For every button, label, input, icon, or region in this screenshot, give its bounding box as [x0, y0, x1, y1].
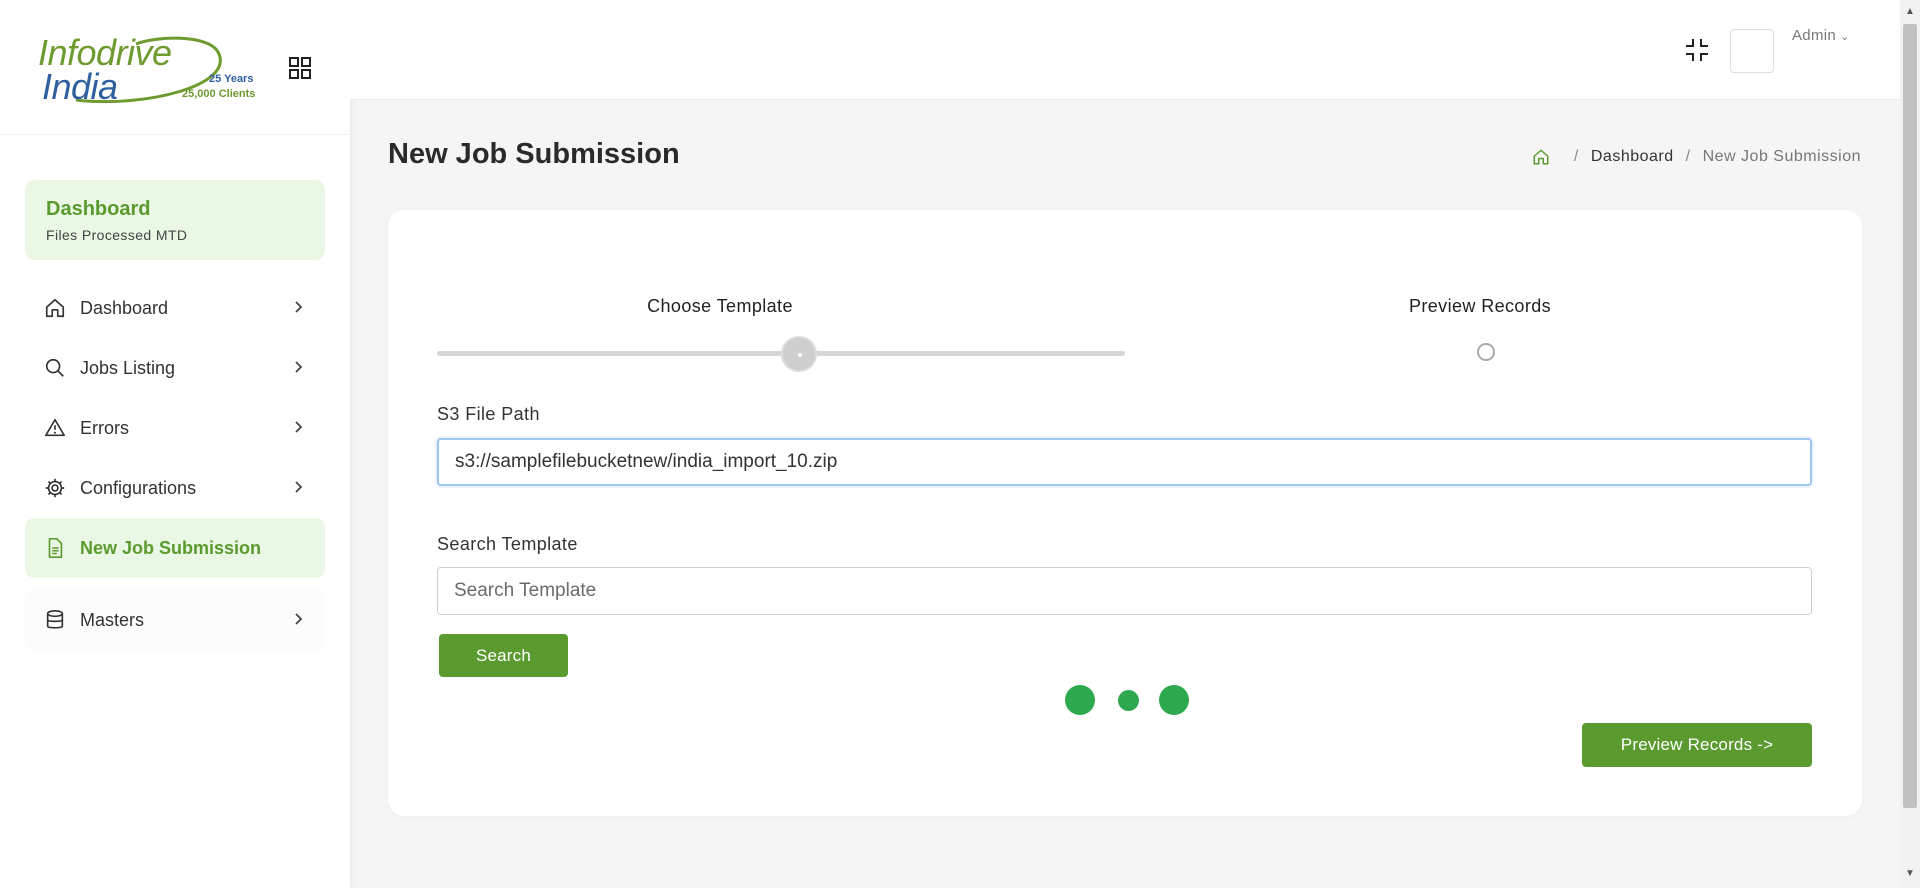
breadcrumb-link-dashboard[interactable]: Dashboard — [1591, 148, 1674, 166]
home-icon[interactable] — [1532, 148, 1550, 166]
job-submission-card: Choose Template Preview Records S3 File … — [388, 210, 1862, 816]
sidebar-item-label: New Job Submission — [80, 537, 262, 558]
chevron-right-icon — [295, 301, 303, 313]
loading-indicator — [1062, 683, 1192, 717]
breadcrumb-separator: / — [1685, 148, 1691, 165]
loader-dot — [1065, 685, 1095, 715]
avatar[interactable] — [1730, 29, 1774, 73]
dashboard-card-subtitle: Files Processed MTD — [46, 227, 188, 243]
scrollbar[interactable]: ▲ ▼ — [1900, 0, 1920, 888]
page-title: New Job Submission — [388, 138, 680, 170]
logo-area: Infodrive India 25 Years 25,000 Clients — [0, 0, 350, 135]
breadcrumb: / Dashboard / New Job Submission — [1532, 148, 1861, 166]
dashboard-summary-card[interactable]: Dashboard Files Processed MTD — [25, 180, 325, 260]
loader-dot — [1159, 685, 1189, 715]
step-preview-marker — [1477, 343, 1495, 361]
exit-fullscreen-icon[interactable] — [1684, 37, 1710, 63]
step-preview-records-label: Preview Records — [1408, 296, 1552, 316]
breadcrumb-current: New Job Submission — [1702, 148, 1861, 165]
breadcrumb-separator: / — [1573, 148, 1579, 165]
user-name: Admin — [1792, 27, 1837, 44]
scrollbar-thumb[interactable] — [1903, 24, 1917, 808]
step-progress-marker — [781, 336, 817, 372]
brand-years: 25 Years — [209, 73, 254, 85]
database-icon — [44, 609, 66, 631]
brand-line2: India — [42, 66, 118, 107]
sidebar-nav: Dashboard Jobs Listing Errors Configurat… — [25, 278, 325, 650]
scroll-up-icon[interactable]: ▲ — [1905, 6, 1915, 17]
search-template-input[interactable] — [437, 567, 1812, 615]
home-icon — [44, 297, 66, 319]
document-icon — [44, 537, 66, 559]
preview-records-button[interactable]: Preview Records -> — [1582, 723, 1812, 767]
user-menu[interactable]: Admin ⌄ — [1792, 27, 1850, 44]
sidebar-item-label: Dashboard — [80, 297, 169, 318]
search-icon — [44, 357, 66, 379]
sidebar-item-label: Configurations — [80, 477, 197, 498]
chevron-right-icon — [295, 421, 303, 433]
loader-dot — [1118, 690, 1139, 711]
sidebar-item-label: Masters — [80, 609, 145, 630]
step-choose-template-label: Choose Template — [647, 296, 793, 316]
sidebar-item-label: Errors — [80, 417, 129, 438]
sidebar-item-configurations[interactable]: Configurations — [25, 458, 325, 518]
dashboard-card-title: Dashboard — [46, 198, 151, 220]
s3-path-label: S3 File Path — [437, 404, 540, 424]
search-template-label: Search Template — [437, 534, 578, 554]
sidebar-item-jobs-listing[interactable]: Jobs Listing — [25, 338, 325, 398]
brand-clients: 25,000 Clients — [182, 88, 256, 100]
brand-logo[interactable]: Infodrive India 25 Years 25,000 Clients — [36, 30, 256, 110]
topbar: Admin ⌄ — [350, 0, 1900, 100]
sidebar-item-errors[interactable]: Errors — [25, 398, 325, 458]
sidebar-item-label: Jobs Listing — [80, 357, 176, 378]
sidebar-item-dashboard[interactable]: Dashboard — [25, 278, 325, 338]
s3-path-input[interactable] — [437, 438, 1812, 486]
gear-icon — [44, 477, 66, 499]
warning-icon — [44, 417, 66, 439]
grid-menu-icon[interactable] — [288, 56, 312, 80]
search-button[interactable]: Search — [439, 634, 568, 677]
sidebar: Infodrive India 25 Years 25,000 Clients … — [0, 0, 350, 888]
chevron-right-icon — [295, 481, 303, 493]
sidebar-item-new-job-submission[interactable]: New Job Submission — [25, 518, 325, 578]
chevron-right-icon — [295, 361, 303, 373]
chevron-down-icon: ⌄ — [1840, 31, 1850, 43]
sidebar-item-masters[interactable]: Masters — [25, 590, 325, 650]
scroll-down-icon[interactable]: ▼ — [1905, 868, 1915, 879]
chevron-right-icon — [295, 613, 303, 625]
